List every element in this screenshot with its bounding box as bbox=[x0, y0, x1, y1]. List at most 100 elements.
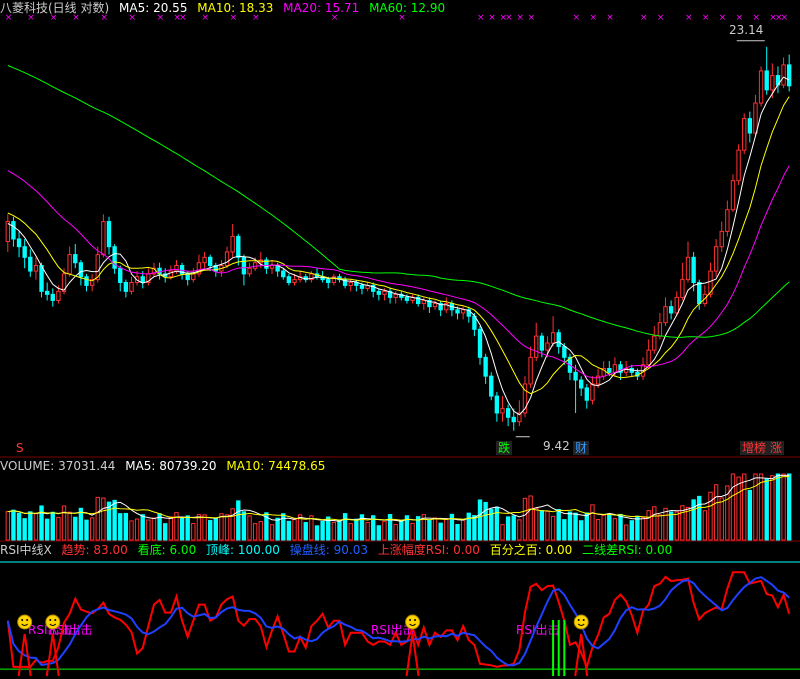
volume-bar-up bbox=[134, 518, 140, 541]
candle-down bbox=[505, 408, 511, 418]
candle-up bbox=[269, 264, 275, 269]
volume-bar-up bbox=[702, 510, 708, 541]
candle-up bbox=[460, 309, 466, 314]
candle-up bbox=[528, 356, 533, 385]
volume-bar-up bbox=[258, 521, 263, 541]
volume-bar-down bbox=[39, 505, 44, 541]
volume-bar-down bbox=[697, 495, 702, 541]
top-event-marker: × bbox=[5, 13, 13, 23]
volume-bar-down bbox=[314, 525, 320, 541]
candle-up bbox=[202, 256, 207, 264]
volume-bar-down bbox=[691, 499, 696, 541]
candle-up bbox=[56, 290, 61, 301]
candle-down bbox=[44, 290, 50, 295]
volume-bar-down bbox=[320, 520, 325, 541]
volume-bar-up bbox=[202, 514, 207, 541]
candle-down bbox=[539, 335, 545, 351]
candle-up bbox=[781, 64, 786, 86]
volume-bar-up bbox=[432, 517, 438, 541]
volume-bar-down bbox=[472, 515, 477, 541]
volume-bar-up bbox=[56, 516, 61, 541]
volume-bar-up bbox=[196, 514, 202, 541]
top-event-marker: × bbox=[477, 13, 485, 23]
candle-up bbox=[534, 335, 539, 358]
top-event-marker: × bbox=[528, 13, 536, 23]
volume-bar-up bbox=[742, 473, 747, 541]
stock-chart[interactable]: × × × × × × × ×× × × × × × × × ×× × × × × × × × × × × × × ××× bbox=[0, 0, 800, 679]
top-event-marker: × bbox=[202, 13, 210, 23]
volume-bar-up bbox=[168, 516, 174, 541]
volume-bar-down bbox=[16, 512, 22, 541]
volume-bar-down bbox=[579, 520, 584, 541]
candle-down bbox=[16, 238, 22, 248]
top-event-marker: × bbox=[573, 13, 581, 23]
volume-bar-down bbox=[241, 511, 247, 541]
candle-up bbox=[393, 293, 398, 298]
volume-bar-up bbox=[191, 522, 196, 541]
volume-bar-up bbox=[534, 507, 539, 541]
rsi-signal-smiley-icon bbox=[405, 614, 421, 630]
candle-up bbox=[421, 299, 426, 305]
candle-up bbox=[432, 303, 438, 308]
candle-down bbox=[118, 267, 123, 284]
smiley-eye-icon bbox=[414, 619, 417, 621]
volume-bar-up bbox=[219, 513, 224, 541]
volume-bar-up bbox=[545, 510, 550, 541]
volume-bar-down bbox=[140, 514, 145, 541]
ma5-line bbox=[7, 76, 790, 416]
volume-bar-down bbox=[118, 513, 123, 541]
volume-bar-down bbox=[505, 516, 511, 541]
volume-bar-down bbox=[618, 513, 623, 541]
candle-down bbox=[494, 395, 500, 414]
volume-bar-down bbox=[354, 518, 359, 541]
volume-bar-up bbox=[528, 495, 533, 541]
volume-bar-up bbox=[5, 511, 10, 541]
volume-bar-up bbox=[590, 504, 595, 541]
candle-up bbox=[663, 306, 668, 324]
volume-bar-down bbox=[455, 523, 460, 541]
volume-bar-down bbox=[303, 522, 308, 541]
candle-up bbox=[67, 254, 72, 275]
volume-bar-down bbox=[787, 473, 792, 541]
volume-bar-up bbox=[623, 524, 629, 541]
volume-bar-down bbox=[775, 473, 781, 541]
candle-up bbox=[545, 342, 550, 351]
volume-bar-down bbox=[163, 523, 168, 541]
candle-up bbox=[191, 273, 196, 281]
candle-up bbox=[657, 322, 663, 337]
candle-up bbox=[736, 149, 741, 182]
volume-bar-down bbox=[747, 489, 753, 541]
volume-bar-up bbox=[292, 518, 297, 541]
volume-bar-down bbox=[28, 511, 33, 541]
volume-bar-up bbox=[252, 523, 258, 541]
candle-down bbox=[579, 379, 584, 389]
candle-down bbox=[359, 284, 365, 289]
volume-bar-up bbox=[129, 520, 134, 541]
candle-down bbox=[84, 276, 89, 286]
volume-bar-up bbox=[393, 524, 398, 541]
rsi-signal-spike bbox=[45, 633, 60, 677]
volume-bar-down bbox=[213, 517, 218, 541]
candle-up bbox=[224, 251, 230, 266]
volume-bar-down bbox=[629, 520, 634, 541]
volume-bar-down bbox=[337, 519, 342, 541]
volume-bar-up bbox=[33, 513, 39, 541]
candle-down bbox=[286, 276, 292, 284]
rsi-signal-smiley-icon bbox=[45, 614, 61, 630]
candle-up bbox=[590, 383, 595, 401]
volume-bar-down bbox=[573, 512, 578, 541]
volume-bar-down bbox=[635, 515, 640, 541]
candle-down bbox=[697, 282, 702, 305]
candle-up bbox=[680, 279, 685, 298]
volume-bar-up bbox=[719, 497, 724, 541]
candle-down bbox=[483, 356, 488, 377]
volume-bar-up bbox=[713, 484, 719, 541]
candle-up bbox=[247, 267, 252, 275]
candle-down bbox=[764, 70, 769, 91]
candle-down bbox=[787, 64, 792, 87]
volume-bar-down bbox=[342, 513, 348, 541]
top-event-marker: × bbox=[640, 13, 648, 23]
candle-down bbox=[78, 262, 84, 278]
rsi-slow-line bbox=[6, 576, 790, 667]
volume-bar-up bbox=[500, 524, 505, 541]
